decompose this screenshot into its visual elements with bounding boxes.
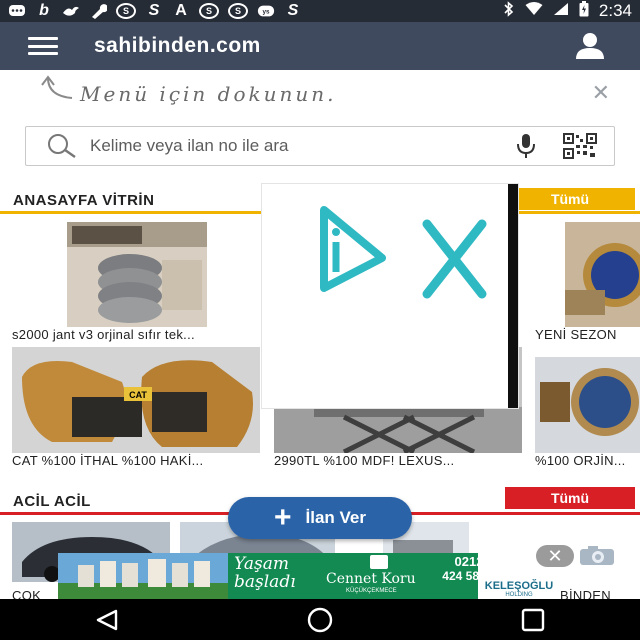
listing-image xyxy=(12,220,260,327)
listing-title: YENİ SEZON xyxy=(535,327,617,342)
listing-title: s2000 jant v3 orjinal sıfır tek... xyxy=(12,327,195,342)
section-title-acil: ACİL ACİL xyxy=(13,493,91,510)
back-icon[interactable] xyxy=(77,602,137,638)
ad-divider xyxy=(508,184,518,408)
wrench-icon xyxy=(89,3,107,19)
wifi-icon xyxy=(525,1,543,21)
menu-icon[interactable] xyxy=(28,37,58,55)
banner-project-sub: KÜÇÜKÇEKMECE xyxy=(346,588,397,594)
a-icon: A xyxy=(175,2,187,19)
menu-hint: Menü için dokunun. ✕ xyxy=(0,70,640,116)
recent-apps-icon[interactable] xyxy=(503,602,563,638)
svg-text:ys: ys xyxy=(262,9,270,16)
listing-card[interactable]: CAT CAT %100 İTHAL %100 HAKİ... xyxy=(12,347,260,471)
curved-arrow-icon xyxy=(40,74,76,109)
signal-icon xyxy=(553,2,569,21)
clock: 2:34 xyxy=(598,1,632,20)
banner-phone: 0212 424 58 58 xyxy=(442,554,496,583)
user-account-icon[interactable] xyxy=(570,26,610,66)
bird-icon xyxy=(62,3,80,19)
battery-icon xyxy=(579,0,589,22)
home-icon[interactable] xyxy=(290,602,350,638)
banner-project: Cennet Koru xyxy=(326,571,416,587)
overlay-ad[interactable] xyxy=(262,184,518,408)
listing-card[interactable]: YENİ SEZON xyxy=(535,220,640,344)
tree-icon xyxy=(370,555,388,569)
search-input[interactable] xyxy=(90,136,470,156)
hint-text: Menü için dokunun. xyxy=(80,82,337,106)
listing-card[interactable]: BİNDEN xyxy=(560,578,640,603)
banner-headline: Yaşam başladı xyxy=(234,554,296,592)
bluetooth-icon xyxy=(503,0,515,22)
b-icon: b xyxy=(39,2,49,19)
listing-card[interactable]: s2000 jant v3 orjinal sıfır tek... xyxy=(12,220,260,344)
camera-icon[interactable] xyxy=(576,545,620,567)
listing-image xyxy=(535,347,640,453)
listing-image xyxy=(535,220,640,327)
section-title-vitrin: ANASAYFA VİTRİN xyxy=(13,192,155,209)
banner-brand: KELEŞOĞLU xyxy=(484,580,554,592)
brand-title[interactable]: sahibinden.com xyxy=(94,34,261,58)
microphone-icon[interactable] xyxy=(512,131,540,161)
notification-icons: b S S A S S ys S xyxy=(8,2,302,19)
s-icon: S xyxy=(287,2,299,19)
plus-icon: + xyxy=(273,501,292,534)
s-icon: S xyxy=(148,2,160,19)
sahibinden-icon: S xyxy=(116,3,136,19)
status-bar: b S S A S S ys S 2:34 xyxy=(0,0,640,22)
sahibinden-icon: S xyxy=(228,3,248,19)
listing-image: CAT xyxy=(12,347,260,453)
listing-title: %100 ORJİN... xyxy=(535,453,626,468)
post-ad-button[interactable]: + İlan Ver xyxy=(228,497,412,539)
banner-brand-sub: HOLDING xyxy=(505,592,533,598)
app-header: sahibinden.com xyxy=(0,22,640,70)
system-nav-bar xyxy=(0,599,640,640)
search-icon[interactable] xyxy=(44,129,78,163)
qr-code-icon[interactable] xyxy=(562,131,598,161)
listing-title: 2990TL %100 MDF! LEXUS... xyxy=(274,453,455,468)
close-icon[interactable]: ✕ xyxy=(592,80,610,106)
system-status: 2:34 xyxy=(503,0,632,22)
svg-text:CAT: CAT xyxy=(129,390,147,400)
banner-close-icon[interactable]: ✕ xyxy=(536,545,574,567)
acil-all-button[interactable]: Tümü xyxy=(505,487,635,509)
search-bar xyxy=(25,126,615,166)
listing-title: CAT %100 İTHAL %100 HAKİ... xyxy=(12,453,204,468)
listing-card[interactable]: %100 ORJİN... xyxy=(535,347,640,471)
ad-logo-icon xyxy=(320,206,487,299)
banner-ad[interactable]: Yaşam başladı Cennet Koru KÜÇÜKÇEKMECE 0… xyxy=(58,553,558,599)
post-ad-label: İlan Ver xyxy=(305,508,366,527)
yemeksepeti-icon: ys xyxy=(257,3,275,19)
chat-icon xyxy=(8,3,26,19)
vitrin-all-button[interactable]: Tümü xyxy=(505,188,635,210)
sahibinden-icon: S xyxy=(199,3,219,19)
